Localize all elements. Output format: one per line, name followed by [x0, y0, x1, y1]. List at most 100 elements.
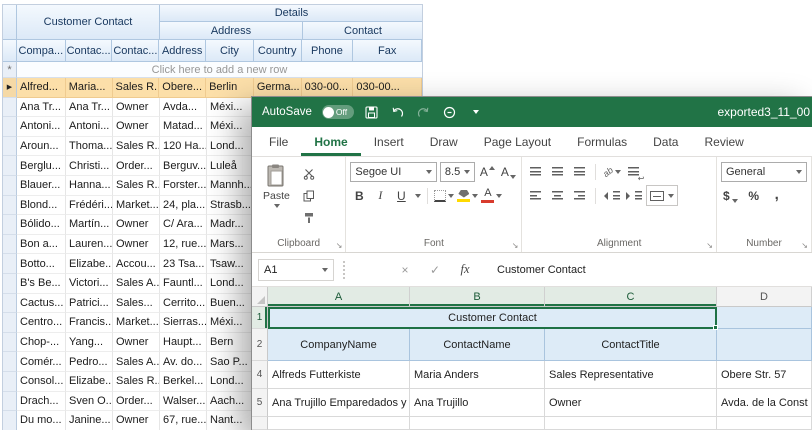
tab-page-layout[interactable]: Page Layout — [471, 127, 564, 156]
cell[interactable]: Aroun... — [17, 137, 66, 157]
tab-file[interactable]: File — [256, 127, 301, 156]
cell[interactable]: Owner — [113, 117, 160, 137]
format-painter-button[interactable] — [297, 209, 321, 227]
increase-font-button[interactable]: A — [478, 163, 496, 182]
cell[interactable]: Sales Representative — [545, 361, 717, 389]
cell[interactable]: Sales R... — [113, 137, 160, 157]
cell[interactable]: Owner — [113, 215, 160, 235]
cell[interactable]: Tsaw... — [207, 254, 255, 274]
cell[interactable]: Obere Str. 57 — [717, 361, 812, 389]
cell[interactable]: Sales A... — [113, 352, 160, 372]
cell[interactable]: Owner — [113, 411, 160, 430]
row-header[interactable] — [3, 176, 17, 196]
row-header[interactable] — [3, 392, 17, 412]
column-header[interactable]: Phone — [302, 40, 354, 62]
cell[interactable]: Sven O... — [66, 392, 113, 412]
cell[interactable]: Madr... — [207, 215, 255, 235]
align-left-button[interactable] — [526, 186, 545, 205]
cell[interactable]: 23 Tsa... — [160, 254, 207, 274]
cell[interactable]: Avda... — [160, 98, 207, 118]
number-format-combo[interactable]: General — [721, 162, 807, 182]
group-header-address[interactable]: Address — [160, 22, 303, 40]
cell[interactable]: 120 Ha... — [160, 137, 207, 157]
formula-bar-splitter[interactable] — [343, 261, 345, 279]
row-header[interactable] — [3, 313, 17, 333]
cell[interactable]: Mannh... — [207, 176, 255, 196]
row-header[interactable]: ▶ — [3, 78, 17, 98]
cell[interactable]: Sales R... — [113, 78, 160, 98]
cell[interactable]: Lauren... — [66, 235, 113, 255]
cell[interactable]: Alfred... — [17, 78, 66, 98]
dialog-launcher-icon[interactable]: ↘ — [512, 242, 519, 250]
wrap-text-button[interactable]: ↩ — [624, 162, 643, 181]
cell[interactable]: Mars... — [207, 235, 255, 255]
cell[interactable]: Berlin — [206, 78, 254, 98]
column-header[interactable]: B — [410, 287, 545, 306]
underline-button[interactable]: U — [392, 186, 410, 205]
active-cell[interactable]: Customer Contact — [268, 307, 717, 329]
cell[interactable]: Av. do... — [160, 352, 207, 372]
row-header[interactable] — [3, 254, 17, 274]
cell[interactable]: Nant... — [207, 411, 255, 430]
decrease-indent-button[interactable] — [602, 186, 621, 205]
tab-insert[interactable]: Insert — [361, 127, 417, 156]
cell[interactable]: Owner — [113, 235, 160, 255]
row-header[interactable] — [3, 156, 17, 176]
cell[interactable]: Du mo... — [17, 411, 66, 430]
cell[interactable]: ContactTitle — [545, 329, 717, 361]
column-header[interactable]: D — [717, 287, 812, 306]
row-header[interactable] — [3, 117, 17, 137]
cell[interactable]: Order... — [113, 392, 160, 412]
cell[interactable]: Order... — [113, 156, 160, 176]
currency-button[interactable]: $ — [723, 186, 738, 205]
cell[interactable]: Lond... — [207, 274, 255, 294]
cell[interactable]: 030-00... — [302, 78, 354, 98]
column-header[interactable]: C — [545, 287, 717, 306]
group-header-details[interactable]: Details — [160, 5, 423, 22]
redo-button[interactable] — [416, 103, 432, 121]
cell[interactable]: Haupt... — [160, 333, 207, 353]
orientation-button[interactable]: ab — [602, 162, 621, 181]
cell[interactable]: Avda. de la Const — [717, 389, 812, 417]
cell[interactable]: Chop-... — [17, 333, 66, 353]
copy-button[interactable] — [297, 187, 321, 205]
row-header[interactable]: 2 — [252, 329, 268, 361]
cell[interactable]: Pedro... — [66, 352, 113, 372]
cell[interactable]: 67, rue... — [160, 411, 207, 430]
cell[interactable]: Ana Trujillo Emparedados y helad — [268, 389, 410, 417]
row-header[interactable] — [3, 274, 17, 294]
cell[interactable]: Bon a... — [17, 235, 66, 255]
row-header[interactable]: 4 — [252, 361, 268, 389]
column-header[interactable]: City — [206, 40, 254, 62]
font-name-combo[interactable]: Segoe UI — [350, 162, 437, 182]
select-all-corner[interactable] — [252, 287, 268, 306]
tab-data[interactable]: Data — [640, 127, 691, 156]
cell[interactable] — [717, 417, 812, 430]
bold-button[interactable]: B — [350, 186, 368, 205]
increase-indent-button[interactable] — [624, 186, 643, 205]
merge-center-button[interactable] — [646, 185, 678, 206]
dialog-launcher-icon[interactable]: ↘ — [336, 242, 343, 250]
group-header-customer-contact[interactable]: Customer Contact — [17, 5, 160, 40]
row-header[interactable]: 5 — [252, 389, 268, 417]
cell[interactable]: Owner — [113, 333, 160, 353]
cell[interactable]: Sierras... — [160, 313, 207, 333]
column-header[interactable]: Address — [159, 40, 206, 62]
column-header[interactable]: A — [268, 287, 410, 306]
cancel-button[interactable]: × — [395, 263, 415, 277]
cell[interactable]: Berguv... — [160, 156, 207, 176]
cell[interactable]: Maria... — [66, 78, 113, 98]
cell[interactable]: Blond... — [17, 196, 66, 216]
cell[interactable]: Yang... — [66, 333, 113, 353]
cell[interactable]: Martín... — [66, 215, 113, 235]
cell[interactable]: Thoma... — [66, 137, 113, 157]
enter-button[interactable]: ✓ — [425, 263, 445, 277]
row-header[interactable] — [3, 196, 17, 216]
font-color-button[interactable]: A — [481, 186, 502, 205]
cell[interactable]: 030-00... — [353, 78, 422, 98]
new-row[interactable]: * Click here to add a new row — [3, 62, 422, 78]
cell[interactable]: Botto... — [17, 254, 66, 274]
align-bottom-button[interactable] — [570, 162, 589, 181]
cell[interactable]: Luleå — [207, 156, 255, 176]
cell[interactable]: Janine... — [66, 411, 113, 430]
